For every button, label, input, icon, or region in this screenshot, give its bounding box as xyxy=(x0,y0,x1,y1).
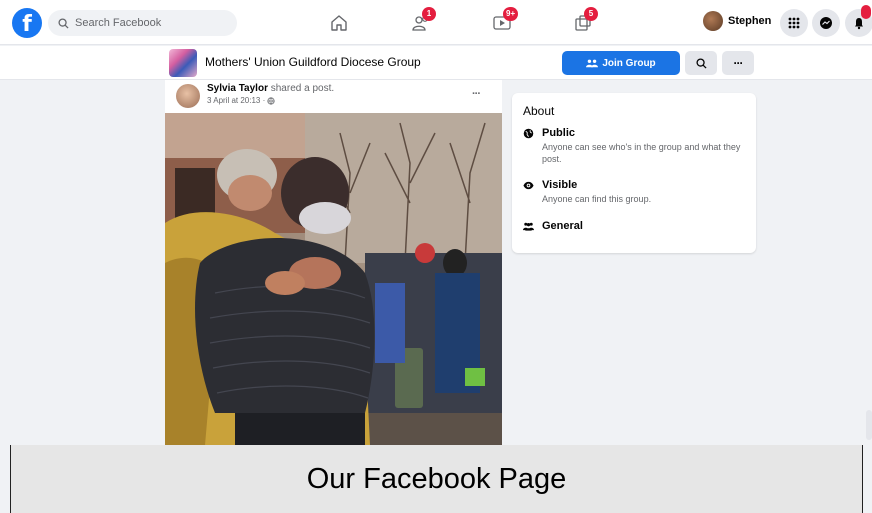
join-group-button[interactable]: Join Group xyxy=(562,51,680,75)
group-name[interactable]: Mothers' Union Guildford Diocese Group xyxy=(205,55,421,69)
menu-button[interactable] xyxy=(780,9,808,37)
notifications-button[interactable] xyxy=(845,5,872,37)
join-group-label: Join Group xyxy=(602,57,656,69)
post-author-line: Sylvia Taylor shared a post. xyxy=(207,83,334,94)
messenger-icon xyxy=(820,17,832,29)
messenger-button[interactable] xyxy=(812,9,840,37)
search-icon xyxy=(695,57,707,69)
friends-badge: 1 xyxy=(422,7,436,21)
home-icon xyxy=(331,15,347,31)
watch-badge: 9+ xyxy=(503,7,519,21)
more-icon: ··· xyxy=(733,56,744,70)
profile-button[interactable]: Stephen xyxy=(703,11,771,31)
about-title: About xyxy=(523,104,555,118)
people-icon xyxy=(523,222,534,231)
people-icon xyxy=(586,59,599,68)
gaming-tab[interactable]: 5 xyxy=(570,7,598,36)
group-more-button[interactable]: ··· xyxy=(722,51,754,75)
post-timestamp[interactable]: 3 April at 20:13 · xyxy=(207,96,275,105)
about-item-title: Public xyxy=(542,127,576,139)
post-photo[interactable] xyxy=(165,113,502,445)
group-search-button[interactable] xyxy=(685,51,717,75)
post-photo-illustration xyxy=(165,113,502,445)
search-bar[interactable] xyxy=(48,10,237,36)
globe-icon xyxy=(523,128,534,139)
search-input[interactable] xyxy=(75,17,225,29)
about-item-desc: Anyone can find this group. xyxy=(542,194,652,204)
notifications-badge xyxy=(861,5,871,19)
group-header-bar: Mothers' Union Guildford Diocese Group J… xyxy=(0,46,872,80)
top-navigation-bar: f 1 9+ 5 Stephen xyxy=(0,0,872,45)
globe-icon xyxy=(267,96,275,105)
scrollbar[interactable] xyxy=(866,410,872,440)
group-thumbnail[interactable] xyxy=(169,49,197,77)
post-author-name[interactable]: Sylvia Taylor xyxy=(207,83,268,94)
page: f 1 9+ 5 Stephen xyxy=(0,0,872,513)
home-tab[interactable] xyxy=(326,10,352,36)
about-item-desc: Anyone can see who's in the group and wh… xyxy=(542,142,741,164)
watch-tab[interactable]: 9+ xyxy=(489,7,519,36)
about-card: About Public Anyone can see who's in the… xyxy=(512,93,756,253)
post-date: 3 April at 20:13 · xyxy=(207,96,266,105)
caption-banner: Our Facebook Page xyxy=(10,445,863,513)
facebook-logo[interactable]: f xyxy=(12,8,42,38)
profile-name: Stephen xyxy=(728,15,772,27)
friends-tab[interactable]: 1 xyxy=(408,7,436,36)
about-item-title: General xyxy=(542,220,583,232)
about-item-title: Visible xyxy=(542,179,578,191)
eye-icon xyxy=(523,181,534,190)
gaming-badge: 5 xyxy=(584,7,598,21)
about-item-public: Public Anyone can see who's in the group… xyxy=(523,127,752,165)
author-avatar[interactable] xyxy=(176,84,200,108)
avatar xyxy=(703,11,723,31)
post-card: Sylvia Taylor shared a post. 3 April at … xyxy=(165,80,502,445)
search-icon xyxy=(58,17,69,29)
post-options-button[interactable]: ··· xyxy=(472,88,481,100)
grid-menu-icon xyxy=(788,17,800,29)
about-item-visible: Visible Anyone can find this group. xyxy=(523,179,752,205)
about-item-general: General xyxy=(523,220,583,232)
post-action: shared a post. xyxy=(270,83,335,94)
